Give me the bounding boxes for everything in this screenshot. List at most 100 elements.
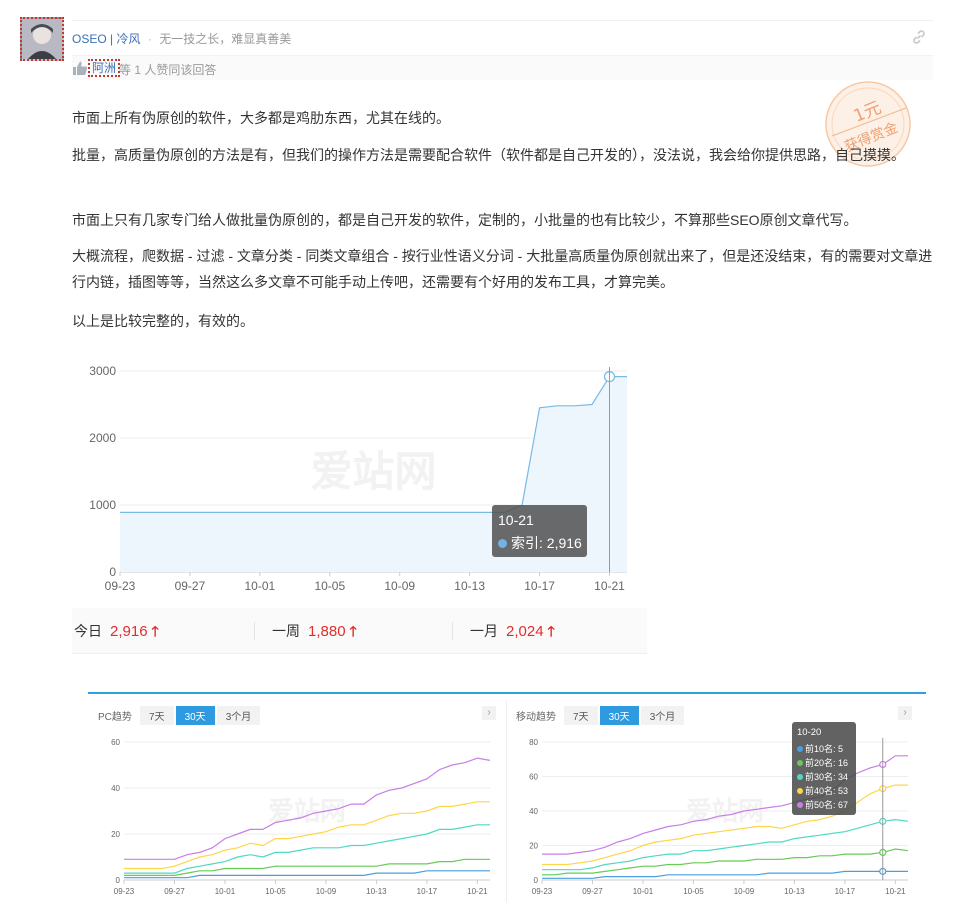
answer-paragraph-1: 市面上所有伪原创的软件，大多都是鸡肋东西，尤其在线的。	[72, 110, 450, 126]
x-tick-label: 09-23	[532, 887, 553, 896]
tooltip-row-text: 前40名: 53	[805, 786, 849, 796]
series-line	[542, 818, 909, 871]
watermark-logo: 爱站网	[310, 447, 436, 496]
tooltip-row-text: 前20名: 16	[805, 758, 849, 768]
tooltip-row: 前10名: 5	[797, 742, 843, 755]
answer-paragraph-5: 以上是比较完整的，有效的。	[72, 313, 254, 329]
stat-divider	[452, 622, 453, 640]
stat-today: 今日 2,916 🡑	[74, 621, 159, 645]
y-tick-label: 0	[109, 565, 116, 579]
x-tick-label: 10-09	[734, 887, 755, 896]
x-tick-label: 10-21	[885, 887, 906, 896]
x-tick-label: 09-27	[582, 887, 603, 896]
x-tick-label: 10-01	[215, 887, 236, 896]
mobile-trend-title: 移动趋势	[516, 712, 556, 723]
x-tick-label: 09-27	[164, 887, 185, 896]
x-tick-label: 10-05	[265, 887, 286, 896]
series-dot-icon	[797, 746, 803, 752]
x-tick-label: 09-23	[105, 579, 136, 593]
y-tick-label: 1000	[89, 498, 116, 512]
tab-30-days[interactable]: 30天	[175, 706, 215, 725]
stat-today-label: 今日	[74, 623, 102, 639]
tab-3-months[interactable]: 3个月	[640, 706, 685, 725]
stat-divider	[254, 622, 255, 640]
author-line: OSEO | 冷风 · 无一技之长，难显真善美	[72, 30, 291, 47]
author-motto: 无一技之长，难显真善美	[159, 32, 292, 46]
mobile-rank-tooltip: 10-20 前10名: 5 前20名: 16 前30名: 34 前40名: 53…	[792, 722, 856, 815]
x-tick-label: 10-17	[524, 579, 555, 593]
tooltip-row-text: 前30名: 34	[805, 772, 849, 782]
pc-next-icon[interactable]: ›	[482, 706, 496, 720]
x-tick-label: 10-13	[366, 887, 387, 896]
x-tick-label: 10-05	[314, 579, 345, 593]
watermark-logo: 爱站网	[268, 797, 346, 827]
stat-month: 一月 2,024 🡑	[470, 621, 555, 645]
stat-month-value: 2,024	[506, 623, 544, 640]
x-tick-label: 10-13	[784, 887, 805, 896]
tooltip-row: 前30名: 34	[797, 770, 848, 783]
stat-today-value: 2,916	[110, 623, 148, 640]
pc-trend-title: PC趋势	[98, 712, 132, 723]
series-line	[124, 858, 490, 876]
tab-30-days[interactable]: 30天	[599, 706, 639, 725]
index-tooltip: 10-21 索引: 2,916	[492, 505, 587, 557]
stat-week-value: 1,880	[308, 623, 346, 640]
series-dot-icon	[797, 774, 803, 780]
watermark-logo: 爱站网	[686, 797, 764, 827]
series-dot-icon	[797, 760, 803, 766]
x-tick-label: 10-09	[384, 579, 415, 593]
tooltip-row: 前40名: 53	[797, 784, 848, 797]
x-tick-label: 10-05	[683, 887, 704, 896]
tooltip-date: 10-21	[498, 512, 534, 528]
up-arrow-icon: 🡑	[151, 623, 159, 639]
pc-trend-chart: 0 20 40 60 09-23 09-27 10-01 10-05 10-09 10-13 10-…	[111, 738, 491, 896]
x-tick-label: 10-17	[835, 887, 856, 896]
avatar[interactable]	[20, 17, 64, 61]
x-tick-label: 10-21	[594, 579, 625, 593]
y-tick-label: 60	[529, 772, 538, 781]
y-tick-label: 0	[116, 876, 121, 885]
index-trend-chart: 0 1000 2000 3000 09-23 09-27 10-01 10-05 10-09 10…	[89, 364, 627, 593]
thumbs-up-icon[interactable]	[72, 60, 88, 76]
voter-name[interactable]: 阿洲	[88, 59, 121, 77]
tooltip-row: 前50名: 67	[797, 798, 848, 811]
x-tick-label: 10-01	[245, 579, 276, 593]
x-tick-label: 10-17	[417, 887, 438, 896]
stat-month-label: 一月	[470, 623, 498, 639]
series-dot-icon	[797, 788, 803, 794]
y-tick-label: 40	[529, 807, 538, 816]
tooltip-value-text: 索引: 2,916	[511, 535, 582, 551]
tab-3-months[interactable]: 3个月	[216, 706, 261, 725]
tooltip-row-text: 前10名: 5	[805, 744, 844, 754]
x-tick-label: 10-13	[454, 579, 485, 593]
series-dot-icon	[797, 802, 803, 808]
tab-7-days[interactable]: 7天	[140, 706, 174, 725]
series-dot-icon	[498, 539, 507, 548]
answer-paragraph-3: 市面上只有几家专门给人做批量伪原创的，都是自己开发的软件，定制的，小批量的也有比…	[72, 212, 858, 228]
author-name[interactable]: OSEO	[72, 32, 107, 46]
y-tick-label: 3000	[89, 364, 116, 378]
author-separator: |	[110, 32, 114, 46]
vote-bar: 阿洲 等 1 人赞同该回答	[72, 55, 933, 80]
tooltip-value: 索引: 2,916	[498, 533, 582, 553]
tooltip-row-text: 前50名: 67	[805, 800, 849, 810]
answer-paragraph-4: 大概流程，爬数据 - 过滤 - 文章分类 - 同类文章组合 - 按行业性语义分词…	[72, 248, 933, 290]
vote-count-text: 等 1 人赞同该回答	[119, 63, 217, 77]
tab-7-days[interactable]: 7天	[564, 706, 598, 725]
up-arrow-icon: 🡑	[349, 623, 357, 639]
panel-divider	[506, 700, 507, 902]
up-arrow-icon: 🡑	[547, 623, 555, 639]
mobile-trend-chart: 0 20 40 60 80 09-23 09-27 10-01 10-05 10-09 10-13 1…	[529, 738, 909, 896]
answer-paragraph-2: 批量，高质量伪原创的方法是有，但我们的操作方法是需要配合软件（软件都是自己开发的…	[72, 147, 905, 163]
x-tick-label: 10-01	[633, 887, 654, 896]
author-alias[interactable]: 冷风	[117, 32, 141, 46]
link-icon[interactable]	[910, 28, 928, 46]
dot-separator: ·	[147, 32, 152, 46]
mobile-next-icon[interactable]: ›	[898, 706, 912, 720]
x-tick-label: 09-27	[175, 579, 206, 593]
x-tick-label: 10-09	[316, 887, 337, 896]
x-tick-label: 09-23	[114, 887, 135, 896]
y-tick-label: 0	[534, 876, 539, 885]
y-tick-label: 80	[529, 738, 538, 747]
header-divider	[72, 20, 933, 21]
